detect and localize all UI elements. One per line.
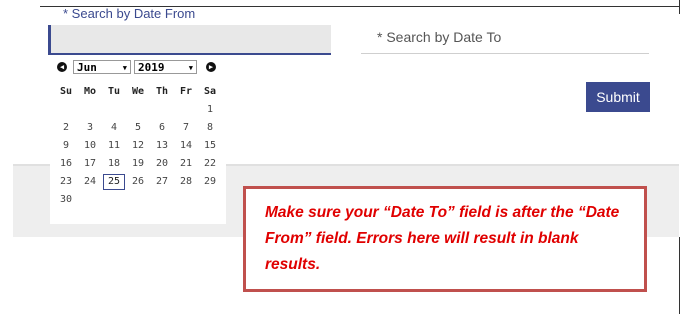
calendar-day[interactable]: 16 (55, 156, 77, 172)
calendar-day[interactable]: 18 (103, 156, 125, 172)
calendar-day[interactable]: 8 (199, 120, 221, 136)
warning-callout: Make sure your “Date To” field is after … (243, 186, 647, 292)
calendar-day[interactable]: 22 (199, 156, 221, 172)
calendar-day[interactable]: 24 (79, 174, 101, 190)
calendar-day[interactable]: 21 (175, 156, 197, 172)
calendar-day[interactable]: 13 (151, 138, 173, 154)
calendar-day[interactable]: 23 (55, 174, 77, 190)
date-from-input[interactable] (48, 25, 331, 55)
calendar-day[interactable]: 28 (175, 174, 197, 190)
date-from-label: * Search by Date From (63, 6, 196, 21)
calendar-day[interactable]: 29 (199, 174, 221, 190)
month-select-value: Jun (77, 61, 97, 74)
weekday-label: Su (59, 86, 73, 97)
callout-text: Make sure your “Date To” field is after … (265, 204, 620, 273)
calendar-day[interactable]: 2 (55, 120, 77, 136)
prev-month-icon[interactable]: ◀ (57, 62, 67, 72)
calendar-day[interactable]: 3 (79, 120, 101, 136)
chevron-down-icon: ▼ (188, 64, 193, 72)
calendar-day[interactable]: 12 (127, 138, 149, 154)
weekday-label: Tu (107, 86, 121, 97)
calendar-day[interactable]: 10 (79, 138, 101, 154)
calendar-day[interactable]: 4 (103, 120, 125, 136)
calendar-day[interactable]: 15 (199, 138, 221, 154)
date-to-placeholder: * Search by Date To (377, 29, 502, 45)
calendar-day[interactable]: 14 (175, 138, 197, 154)
calendar-day[interactable]: 19 (127, 156, 149, 172)
weekday-label: Fr (179, 86, 193, 97)
calendar-day[interactable]: 9 (55, 138, 77, 154)
year-select-value: 2019 (138, 61, 165, 74)
weekday-label: Mo (83, 86, 97, 97)
right-border-lower (679, 237, 680, 314)
right-border (679, 0, 680, 14)
calendar-day[interactable]: 17 (79, 156, 101, 172)
year-select[interactable]: 2019 ▼ (134, 60, 197, 74)
calendar-day[interactable]: 30 (55, 192, 77, 208)
calendar-day[interactable]: 1 (199, 102, 221, 118)
chevron-down-icon: ▼ (122, 64, 127, 72)
submit-button[interactable]: Submit (586, 82, 650, 112)
weekday-label: Th (155, 86, 169, 97)
calendar-day[interactable]: 5 (127, 120, 149, 136)
weekday-label: Sa (203, 86, 217, 97)
selected-day[interactable]: 25 (103, 174, 125, 190)
calendar-day[interactable]: 26 (127, 174, 149, 190)
calendar-day[interactable]: 6 (151, 120, 173, 136)
weekday-label: We (131, 86, 145, 97)
date-picker: ◀ Jun ▼ 2019 ▼ ▶ Su Mo Tu We Th Fr Sa 12345678… (50, 56, 226, 224)
date-to-input[interactable]: * Search by Date To (361, 20, 649, 54)
month-select[interactable]: Jun ▼ (73, 60, 131, 74)
date-picker-header: ◀ Jun ▼ 2019 ▼ ▶ (50, 60, 226, 76)
calendar-day[interactable]: 27 (151, 174, 173, 190)
calendar-day[interactable]: 7 (175, 120, 197, 136)
calendar-day[interactable]: 20 (151, 156, 173, 172)
calendar-day[interactable]: 11 (103, 138, 125, 154)
next-month-icon[interactable]: ▶ (206, 62, 216, 72)
